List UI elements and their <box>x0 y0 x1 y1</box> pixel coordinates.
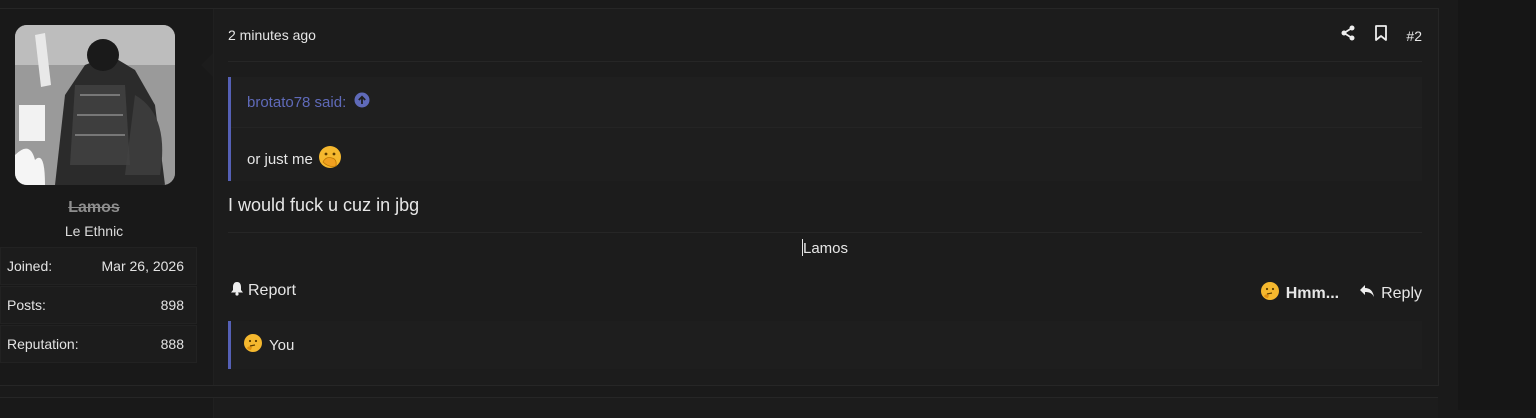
next-post-sidebar <box>0 398 214 418</box>
stat-value: 898 <box>160 297 184 313</box>
header-divider <box>228 61 1422 62</box>
post-card: Lamos Le Ethnic Joined: Mar 26, 2026 Pos… <box>0 8 1439 386</box>
sidebar-arrow <box>201 53 213 77</box>
stat-label: Posts: <box>7 297 46 313</box>
thinking-emoji-icon <box>1260 281 1280 306</box>
signature: Lamos <box>228 239 1422 257</box>
right-gutter <box>1458 0 1536 410</box>
react-button[interactable]: Hmm... <box>1260 281 1339 306</box>
stat-label: Joined: <box>7 258 53 274</box>
thinking-emoji-icon <box>243 333 263 357</box>
post-timestamp[interactable]: 2 minutes ago <box>228 27 316 43</box>
react-label: Hmm... <box>1285 284 1340 302</box>
arrow-up-circle-icon[interactable] <box>354 92 370 112</box>
quote-author-link[interactable]: brotato78 said: <box>247 94 346 111</box>
quote-text: or just me <box>247 150 313 168</box>
hand-over-mouth-emoji-icon <box>317 144 343 174</box>
report-label: Report <box>248 282 297 299</box>
stat-label: Reputation: <box>7 336 79 352</box>
post-header-actions: #2 <box>1340 25 1422 46</box>
post-main: 2 minutes ago #2 brotato78 said: or just… <box>228 9 1422 385</box>
post-footer-actions: Hmm... Reply <box>1260 281 1422 306</box>
quote-block: brotato78 said: or just me <box>228 77 1422 181</box>
user-title: Le Ethnic <box>64 223 124 239</box>
avatar[interactable] <box>15 25 175 185</box>
quote-body: or just me <box>231 128 1422 174</box>
next-post-card <box>0 397 1438 418</box>
user-stats: Joined: Mar 26, 2026 Posts: 898 Reputati… <box>0 247 197 364</box>
reaction-users[interactable]: You <box>269 337 294 354</box>
reactions-bar[interactable]: You <box>228 321 1422 369</box>
post-body: I would fuck u cuz in jbg <box>228 195 420 215</box>
user-sidebar: Lamos Le Ethnic Joined: Mar 26, 2026 Pos… <box>0 9 214 385</box>
bookmark-icon[interactable] <box>1374 25 1388 46</box>
bell-icon <box>230 281 244 301</box>
quote-header: brotato78 said: <box>231 77 1422 128</box>
share-icon[interactable] <box>1340 25 1356 46</box>
stat-value: Mar 26, 2026 <box>101 258 185 274</box>
stat-posts: Posts: 898 <box>0 286 197 324</box>
stat-reputation: Reputation: 888 <box>0 325 197 363</box>
username[interactable]: Lamos <box>0 199 188 217</box>
signature-text: Lamos <box>802 240 849 257</box>
reply-button[interactable]: Reply <box>1359 284 1422 303</box>
stat-joined: Joined: Mar 26, 2026 <box>0 247 197 285</box>
signature-divider <box>228 232 1422 233</box>
post-number-link[interactable]: #2 <box>1406 28 1422 44</box>
reply-arrow-icon <box>1359 284 1375 303</box>
reply-label: Reply <box>1381 284 1422 302</box>
report-button[interactable]: Report <box>230 281 296 301</box>
stat-value: 888 <box>160 336 184 352</box>
